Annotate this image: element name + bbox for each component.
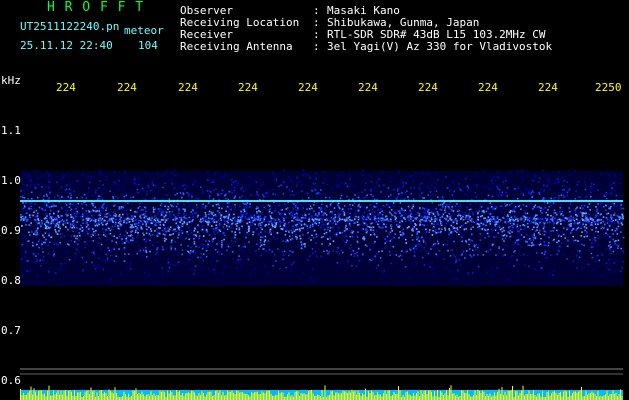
y-tick-label: 0.9 [1, 224, 21, 237]
meteor-count: 104 [138, 39, 158, 52]
y-tick-label: 0.7 [1, 324, 21, 337]
x-tick-label: 224 [538, 81, 558, 94]
program-title: H R O F F T [47, 0, 145, 15]
x-tick-label: 224 [418, 81, 438, 94]
x-tick-label: 224 [478, 81, 498, 94]
x-tick-label: 2250 [595, 81, 622, 94]
x-tick-label: 224 [298, 81, 318, 94]
x-tick-label: 224 [117, 81, 137, 94]
datetime: 25.11.12 22:40 [20, 39, 113, 52]
x-tick-label: 224 [178, 81, 198, 94]
y-tick-label: 0.8 [1, 274, 21, 287]
y-tick-label: 0.6 [1, 374, 21, 387]
y-tick-label: 1.1 [1, 124, 21, 137]
y-tick-label: 1.0 [1, 174, 21, 187]
spectrogram [20, 169, 625, 400]
x-tick-label: 224 [238, 81, 258, 94]
antenna-value: 3el Yagi(V) Az 330 for Vladivostok [327, 40, 553, 53]
antenna-label: Receiving Antenna [180, 40, 293, 53]
antenna-colon: : [313, 40, 320, 53]
y-unit-label: kHz [1, 74, 21, 87]
meteor-label: meteor [124, 24, 164, 37]
x-tick-label: 224 [358, 81, 378, 94]
file-name: UT2511122240.pn [20, 20, 120, 33]
x-tick-label: 224 [56, 81, 76, 94]
